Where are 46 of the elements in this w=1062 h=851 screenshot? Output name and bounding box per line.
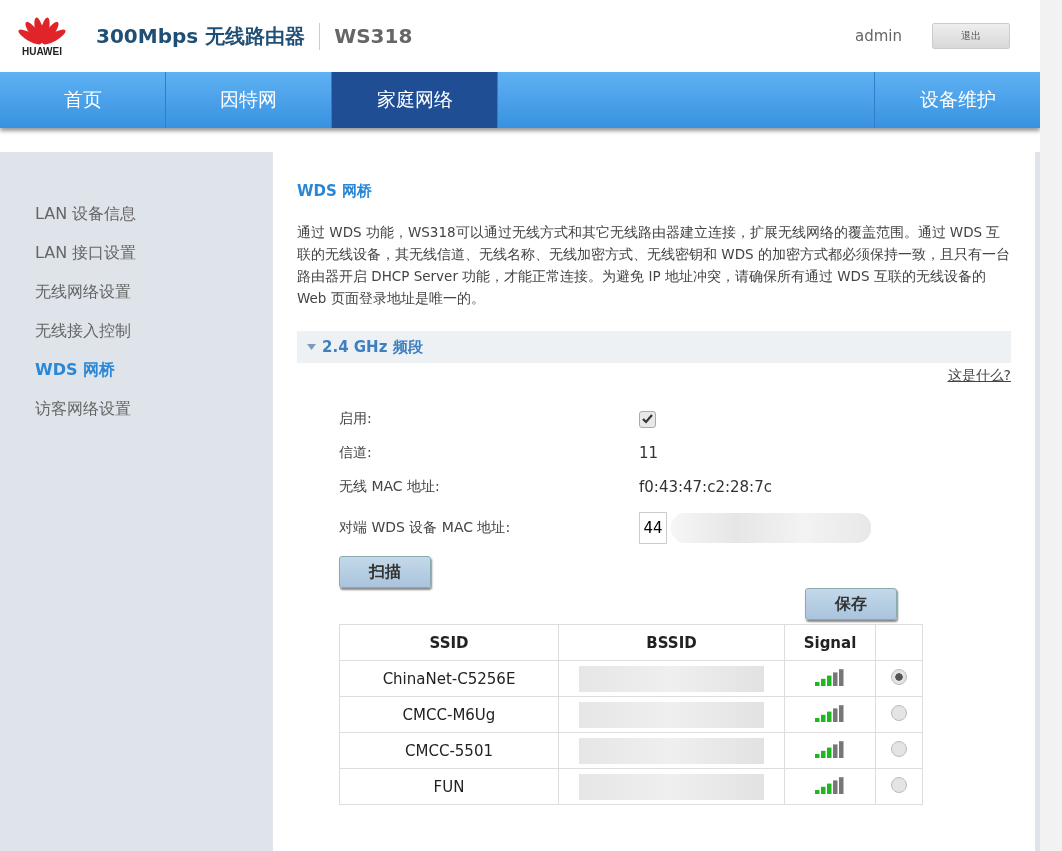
radio-button[interactable] — [891, 668, 907, 685]
mac-octet-field[interactable]: 44 — [639, 512, 667, 544]
brand-name: HUAWEI — [22, 45, 62, 57]
sidebar-item[interactable]: WDS 网桥 — [5, 356, 146, 385]
help-link[interactable]: 这是什么? — [947, 367, 1011, 385]
signal-icon — [814, 775, 846, 794]
model-name: WS318 — [333, 24, 413, 48]
logo-icon — [16, 15, 68, 46]
sidebar-item[interactable]: 无线接入控制 — [5, 317, 161, 346]
signal-icon — [814, 703, 846, 722]
checkbox[interactable] — [639, 410, 656, 428]
nav-tab[interactable]: 家庭网络 — [332, 72, 498, 128]
caret-icon — [307, 344, 316, 350]
page-title: WDS 网桥 — [297, 182, 374, 201]
field-label: 对端 WDS 设备 MAC 地址: — [339, 519, 512, 537]
sidebar-item[interactable]: 无线网络设置 — [5, 278, 161, 307]
save-button[interactable]: 保存 — [805, 588, 897, 620]
radio-button[interactable] — [891, 740, 907, 757]
table-cell: CMCC-M6Ug — [339, 696, 559, 733]
nav-tab[interactable]: 首页 — [0, 72, 166, 128]
description: 通过 WDS 功能，WS318可以通过无线方式和其它无线路由器建立连接，扩展无线网络的覆盖范围。通过 WDS 互联的无线设备，其无线信道、无线名称、无线加密方式、无线密钥和 WDS 的加密方式都必须保持一致，且只有一台路由器开启 DHCP Server 功能，才能正常连接。为避免 IP 地址冲突，请确保所有通过 WDS 互联的无线设备的 Web 页面登录地址是唯一的。 — [297, 223, 1011, 308]
logout-button[interactable]: 退出 — [932, 23, 1010, 49]
field-label: 无线 MAC 地址: — [339, 478, 441, 496]
section-title: 2.4 GHz 频段 — [322, 337, 423, 357]
signal-icon — [814, 739, 846, 758]
sidebar-item[interactable]: 访客网络设置 — [5, 395, 161, 424]
scan-button[interactable]: 扫描 — [339, 556, 431, 588]
sidebar-item[interactable]: LAN 接口设置 — [5, 239, 167, 268]
signal-icon — [814, 667, 846, 686]
nav-tab[interactable]: 设备维护 — [874, 72, 1040, 128]
product-title: 300Mbps 无线路由器 — [96, 22, 321, 50]
sidebar-item[interactable]: LAN 设备信息 — [5, 200, 167, 229]
radio-button[interactable] — [891, 776, 907, 793]
section-header[interactable]: 2.4 GHz 频段 — [297, 331, 1011, 363]
table-cell: CMCC-5501 — [339, 732, 559, 769]
user-name: admin — [855, 27, 902, 45]
channel-value: 11 — [639, 444, 660, 462]
field-label: 启用: — [339, 409, 373, 428]
column-header: SSID — [339, 624, 559, 661]
column-header: Signal — [784, 624, 876, 661]
field-label: 信道: — [339, 444, 373, 462]
column-header: BSSID — [558, 624, 785, 661]
table-cell: ChinaNet-C5256E — [339, 660, 559, 697]
mac-value: f0:43:47:c2:28:7c — [639, 478, 773, 496]
table-cell: FUN — [339, 768, 559, 805]
radio-button[interactable] — [891, 704, 907, 721]
